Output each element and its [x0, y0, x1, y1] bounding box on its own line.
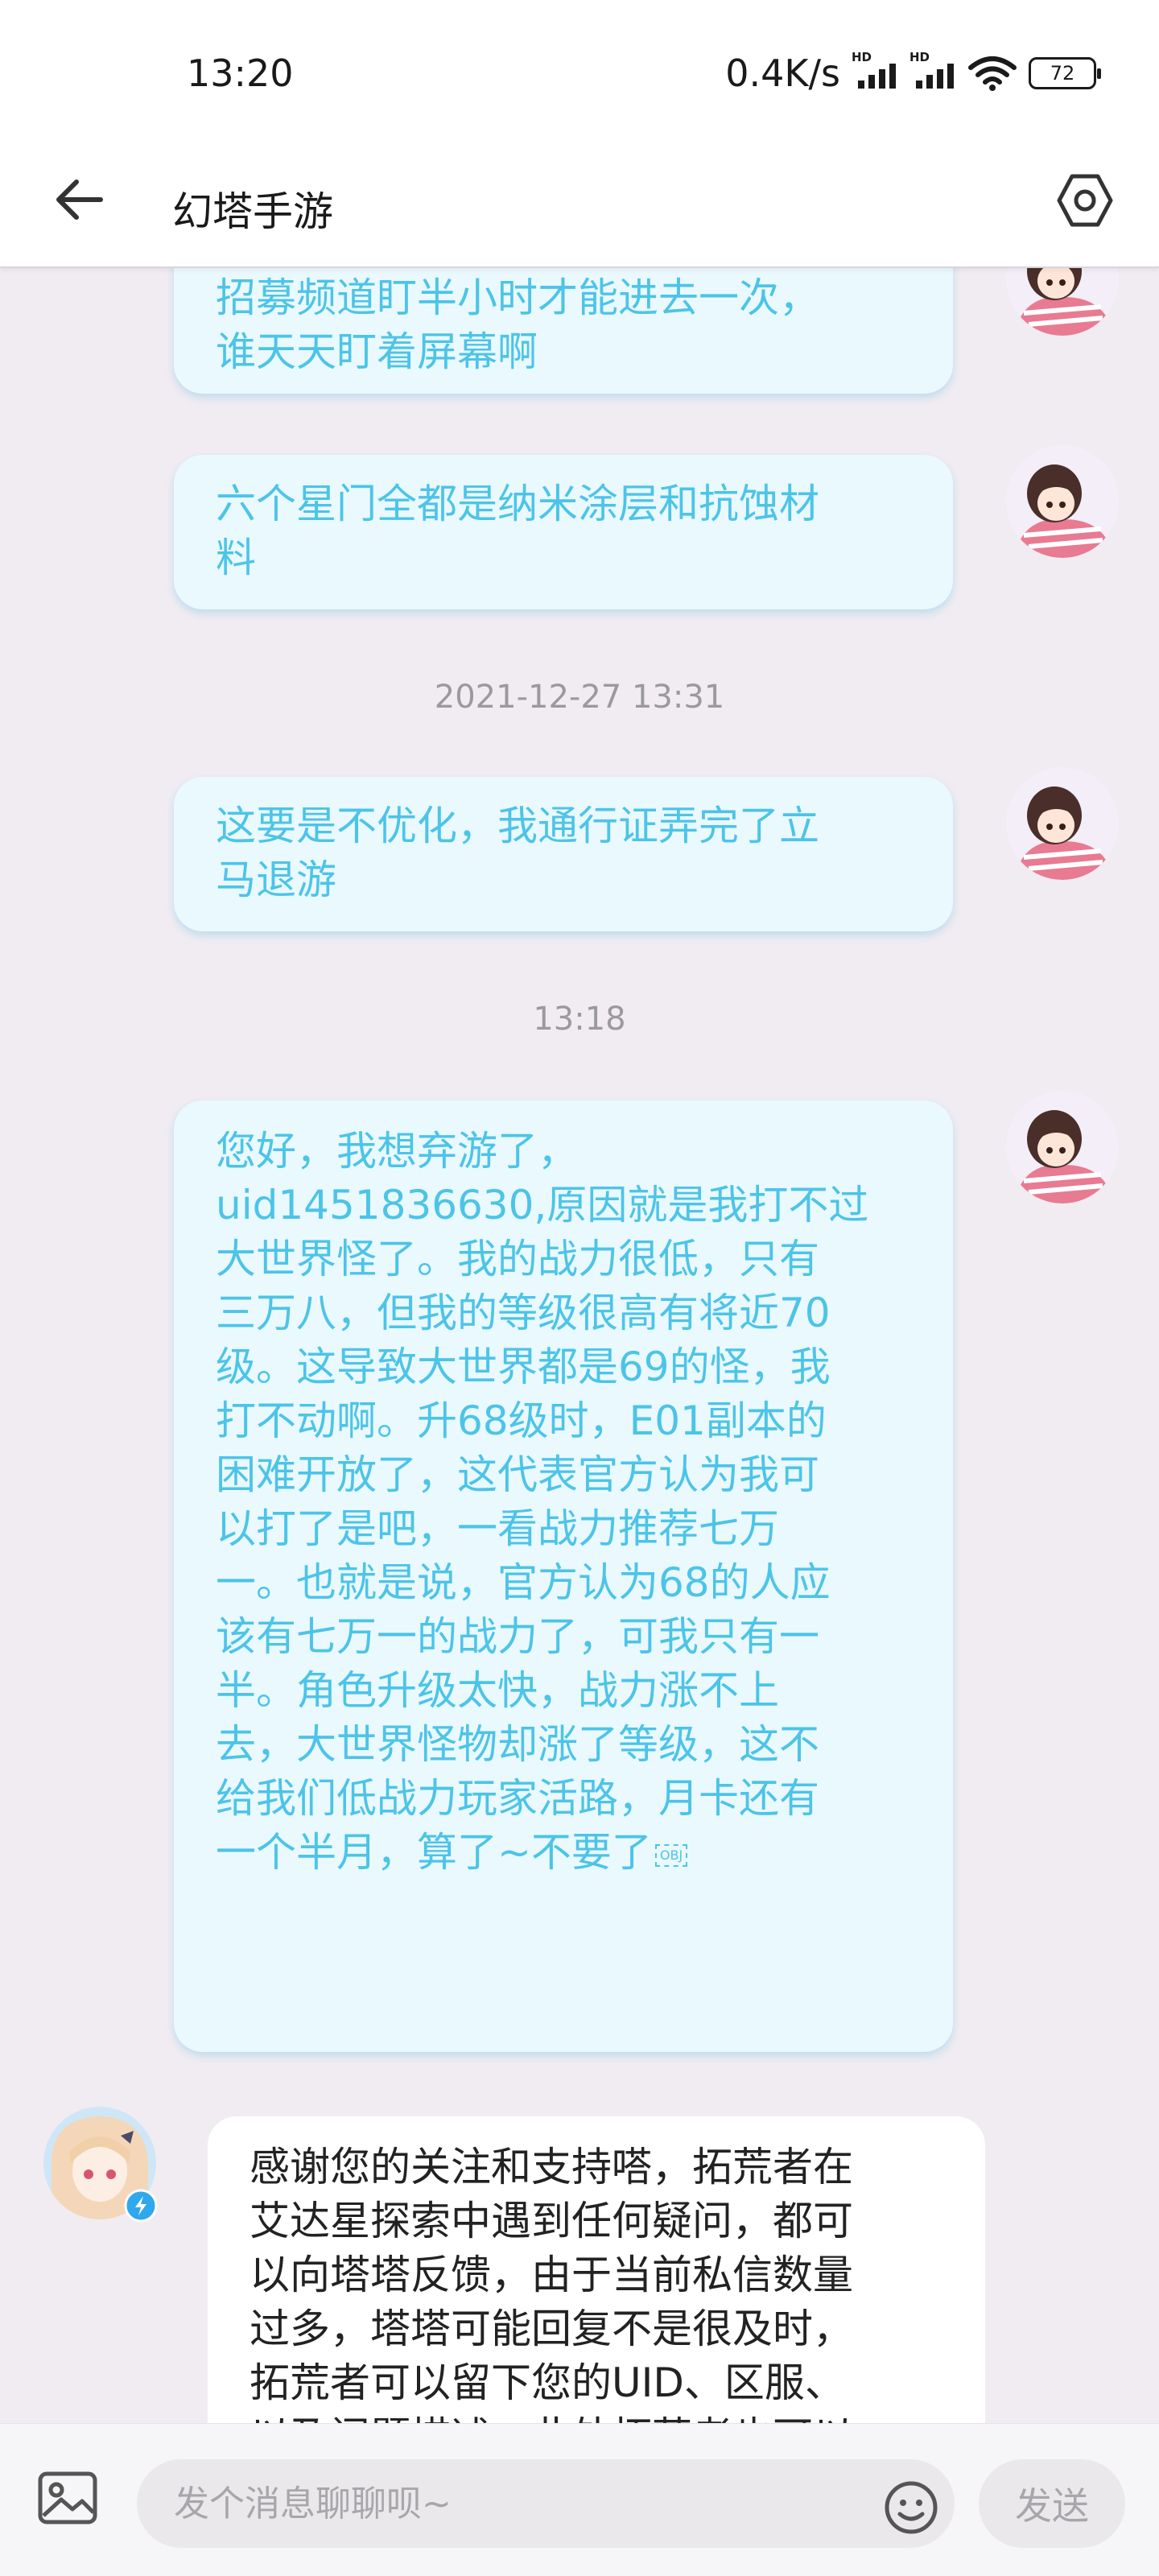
avatar-self[interactable]	[1006, 1091, 1119, 1203]
message-bubble-outgoing[interactable]: 您好，我想弃游了， uid1451836630,原因就是我打不过 大世界怪了。我…	[174, 1100, 953, 2052]
status-bar: 13:20 0.4K/s HD HD 72	[0, 0, 1159, 141]
message-bubble-outgoing[interactable]: 招募频道盯半小时才能进去一次， 谁天天盯着屏幕啊	[174, 268, 953, 394]
status-time: 13:20	[187, 52, 294, 95]
status-indicators: 0.4K/s HD HD 72	[725, 50, 1101, 95]
back-button[interactable]	[43, 163, 116, 236]
user-avatar-icon	[1006, 767, 1119, 880]
message-bubble-outgoing[interactable]: 这要是不优化，我通行证弄完了立 马退游	[174, 777, 953, 931]
battery-icon: 72	[1029, 57, 1101, 89]
user-avatar-icon	[1006, 445, 1119, 558]
message-list[interactable]: 招募频道盯半小时才能进去一次， 谁天天盯着屏幕啊 六个星门全都是纳米涂层和抗蚀材…	[0, 268, 1159, 2423]
message-bubble-outgoing[interactable]: 六个星门全都是纳米涂层和抗蚀材 料	[174, 455, 953, 609]
message-input[interactable]	[137, 2459, 955, 2548]
avatar-self[interactable]	[1006, 445, 1119, 558]
signal-1-icon: HD	[852, 50, 898, 92]
emoji-icon[interactable]	[882, 2479, 940, 2537]
image-icon[interactable]	[35, 2466, 100, 2530]
verified-badge-icon	[124, 2189, 158, 2223]
avatar-official[interactable]	[43, 2107, 158, 2223]
user-avatar-icon	[1006, 268, 1119, 336]
signal-2-icon: HD	[909, 50, 956, 92]
timestamp: 13:18	[533, 1001, 626, 1038]
chat-screen: 13:20 0.4K/s HD HD 72 幻塔手游 招募频道盯半小时才能进去一…	[0, 0, 1159, 2576]
arrow-left-icon	[56, 180, 103, 220]
avatar-self[interactable]	[1006, 268, 1119, 336]
header: 幻塔手游	[0, 141, 1159, 268]
obj-placeholder-icon: OBJ	[654, 1843, 688, 1867]
message-bubble-incoming[interactable]: 感谢您的关注和支持嗒，拓荒者在 艾达星探索中遇到任何疑问，都可 以向塔塔反馈，由…	[208, 2116, 985, 2423]
network-speed: 0.4K/s	[725, 52, 840, 95]
user-avatar-icon	[1006, 1091, 1119, 1203]
send-button[interactable]: 发送	[979, 2459, 1125, 2548]
settings-button[interactable]	[1046, 162, 1124, 239]
page-title: 幻塔手游	[172, 188, 333, 235]
timestamp: 2021-12-27 13:31	[434, 679, 725, 716]
input-bar: 发送	[0, 2423, 1159, 2576]
wifi-icon	[968, 56, 1017, 91]
settings-hexagon-icon	[1057, 174, 1113, 227]
avatar-self[interactable]	[1006, 767, 1119, 880]
